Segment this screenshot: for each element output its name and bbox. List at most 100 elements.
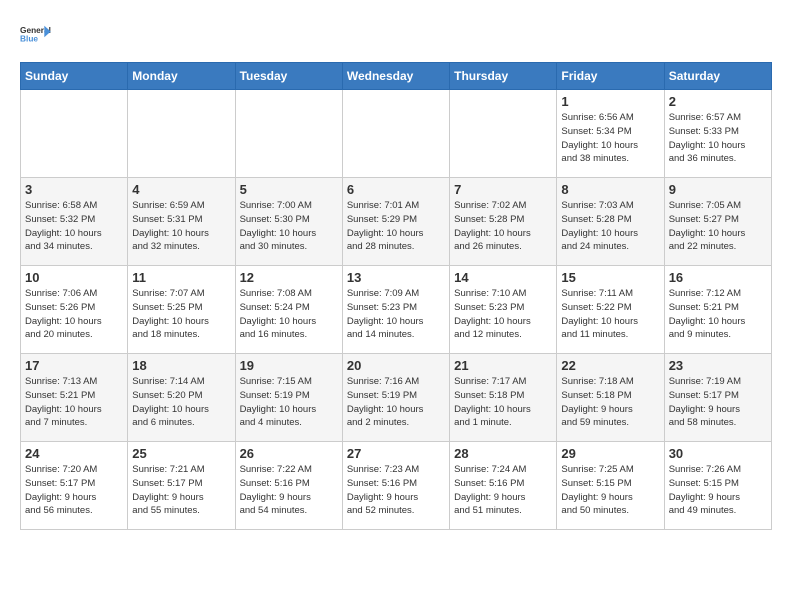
day-info: Sunrise: 7:20 AM Sunset: 5:17 PM Dayligh… bbox=[25, 463, 123, 518]
calendar-cell: 3 Sunrise: 6:58 AM Sunset: 5:32 PM Daylig… bbox=[21, 178, 128, 266]
weekday-header: Friday bbox=[557, 63, 664, 90]
day-number: 6 bbox=[347, 182, 445, 197]
calendar-cell: 23 Sunrise: 7:19 AM Sunset: 5:17 PM Dayli… bbox=[664, 354, 771, 442]
calendar-cell: 17 Sunrise: 7:13 AM Sunset: 5:21 PM Dayli… bbox=[21, 354, 128, 442]
day-info: Sunrise: 6:57 AM Sunset: 5:33 PM Dayligh… bbox=[669, 111, 767, 166]
day-info: Sunrise: 7:03 AM Sunset: 5:28 PM Dayligh… bbox=[561, 199, 659, 254]
calendar-cell: 25 Sunrise: 7:21 AM Sunset: 5:17 PM Dayli… bbox=[128, 442, 235, 530]
calendar-cell: 1Sunrise: 6:56 AM Sunset: 5:34 PM Daylig… bbox=[557, 90, 664, 178]
logo: GeneralBlue bbox=[20, 20, 56, 52]
calendar-cell: 9Sunrise: 7:05 AM Sunset: 5:27 PM Daylig… bbox=[664, 178, 771, 266]
calendar-cell: 13Sunrise: 7:09 AM Sunset: 5:23 PM Dayli… bbox=[342, 266, 449, 354]
day-number: 24 bbox=[25, 446, 123, 461]
day-info: Sunrise: 7:17 AM Sunset: 5:18 PM Dayligh… bbox=[454, 375, 552, 430]
calendar-cell: 28 Sunrise: 7:24 AM Sunset: 5:16 PM Dayli… bbox=[450, 442, 557, 530]
day-number: 26 bbox=[240, 446, 338, 461]
calendar-cell: 16 Sunrise: 7:12 AM Sunset: 5:21 PM Dayli… bbox=[664, 266, 771, 354]
day-number: 18 bbox=[132, 358, 230, 373]
day-info: Sunrise: 7:14 AM Sunset: 5:20 PM Dayligh… bbox=[132, 375, 230, 430]
day-info: Sunrise: 7:02 AM Sunset: 5:28 PM Dayligh… bbox=[454, 199, 552, 254]
calendar-cell: 27 Sunrise: 7:23 AM Sunset: 5:16 PM Dayli… bbox=[342, 442, 449, 530]
calendar-cell bbox=[21, 90, 128, 178]
day-info: Sunrise: 7:07 AM Sunset: 5:25 PM Dayligh… bbox=[132, 287, 230, 342]
day-number: 25 bbox=[132, 446, 230, 461]
day-number: 13 bbox=[347, 270, 445, 285]
day-info: Sunrise: 7:08 AM Sunset: 5:24 PM Dayligh… bbox=[240, 287, 338, 342]
calendar-cell: 30 Sunrise: 7:26 AM Sunset: 5:15 PM Dayli… bbox=[664, 442, 771, 530]
day-info: Sunrise: 7:13 AM Sunset: 5:21 PM Dayligh… bbox=[25, 375, 123, 430]
calendar-cell: 6 Sunrise: 7:01 AM Sunset: 5:29 PM Daylig… bbox=[342, 178, 449, 266]
calendar-cell: 15Sunrise: 7:11 AM Sunset: 5:22 PM Dayli… bbox=[557, 266, 664, 354]
calendar-cell: 10 Sunrise: 7:06 AM Sunset: 5:26 PM Dayli… bbox=[21, 266, 128, 354]
calendar-cell: 2 Sunrise: 6:57 AM Sunset: 5:33 PM Daylig… bbox=[664, 90, 771, 178]
logo-icon: GeneralBlue bbox=[20, 20, 52, 52]
weekday-header: Wednesday bbox=[342, 63, 449, 90]
calendar-cell: 24 Sunrise: 7:20 AM Sunset: 5:17 PM Dayli… bbox=[21, 442, 128, 530]
weekday-header: Saturday bbox=[664, 63, 771, 90]
day-number: 20 bbox=[347, 358, 445, 373]
calendar-week-row: 3 Sunrise: 6:58 AM Sunset: 5:32 PM Daylig… bbox=[21, 178, 772, 266]
day-info: Sunrise: 7:19 AM Sunset: 5:17 PM Dayligh… bbox=[669, 375, 767, 430]
calendar-cell: 7 Sunrise: 7:02 AM Sunset: 5:28 PM Daylig… bbox=[450, 178, 557, 266]
day-number: 21 bbox=[454, 358, 552, 373]
day-number: 16 bbox=[669, 270, 767, 285]
calendar-cell: 5 Sunrise: 7:00 AM Sunset: 5:30 PM Daylig… bbox=[235, 178, 342, 266]
day-number: 30 bbox=[669, 446, 767, 461]
day-info: Sunrise: 7:23 AM Sunset: 5:16 PM Dayligh… bbox=[347, 463, 445, 518]
calendar-cell bbox=[450, 90, 557, 178]
calendar-cell: 14Sunrise: 7:10 AM Sunset: 5:23 PM Dayli… bbox=[450, 266, 557, 354]
day-number: 23 bbox=[669, 358, 767, 373]
day-number: 5 bbox=[240, 182, 338, 197]
day-info: Sunrise: 6:58 AM Sunset: 5:32 PM Dayligh… bbox=[25, 199, 123, 254]
weekday-header: Sunday bbox=[21, 63, 128, 90]
day-number: 2 bbox=[669, 94, 767, 109]
calendar-cell: 19 Sunrise: 7:15 AM Sunset: 5:19 PM Dayli… bbox=[235, 354, 342, 442]
day-info: Sunrise: 7:05 AM Sunset: 5:27 PM Dayligh… bbox=[669, 199, 767, 254]
calendar-cell: 20 Sunrise: 7:16 AM Sunset: 5:19 PM Dayli… bbox=[342, 354, 449, 442]
day-info: Sunrise: 7:18 AM Sunset: 5:18 PM Dayligh… bbox=[561, 375, 659, 430]
calendar-week-row: 10 Sunrise: 7:06 AM Sunset: 5:26 PM Dayli… bbox=[21, 266, 772, 354]
day-number: 4 bbox=[132, 182, 230, 197]
calendar-cell: 22 Sunrise: 7:18 AM Sunset: 5:18 PM Dayli… bbox=[557, 354, 664, 442]
calendar-week-row: 1Sunrise: 6:56 AM Sunset: 5:34 PM Daylig… bbox=[21, 90, 772, 178]
calendar-table: SundayMondayTuesdayWednesdayThursdayFrid… bbox=[20, 62, 772, 530]
day-number: 28 bbox=[454, 446, 552, 461]
day-number: 19 bbox=[240, 358, 338, 373]
day-info: Sunrise: 7:01 AM Sunset: 5:29 PM Dayligh… bbox=[347, 199, 445, 254]
weekday-header: Thursday bbox=[450, 63, 557, 90]
page-header: GeneralBlue bbox=[20, 20, 772, 52]
weekday-header: Tuesday bbox=[235, 63, 342, 90]
calendar-cell: 11 Sunrise: 7:07 AM Sunset: 5:25 PM Dayli… bbox=[128, 266, 235, 354]
day-info: Sunrise: 7:12 AM Sunset: 5:21 PM Dayligh… bbox=[669, 287, 767, 342]
calendar-cell: 18 Sunrise: 7:14 AM Sunset: 5:20 PM Dayli… bbox=[128, 354, 235, 442]
day-number: 10 bbox=[25, 270, 123, 285]
day-info: Sunrise: 7:00 AM Sunset: 5:30 PM Dayligh… bbox=[240, 199, 338, 254]
day-number: 3 bbox=[25, 182, 123, 197]
calendar-cell: 21 Sunrise: 7:17 AM Sunset: 5:18 PM Dayli… bbox=[450, 354, 557, 442]
day-number: 12 bbox=[240, 270, 338, 285]
day-info: Sunrise: 6:56 AM Sunset: 5:34 PM Dayligh… bbox=[561, 111, 659, 166]
calendar-cell: 29Sunrise: 7:25 AM Sunset: 5:15 PM Dayli… bbox=[557, 442, 664, 530]
calendar-cell bbox=[342, 90, 449, 178]
day-info: Sunrise: 7:06 AM Sunset: 5:26 PM Dayligh… bbox=[25, 287, 123, 342]
calendar-cell bbox=[235, 90, 342, 178]
day-number: 14 bbox=[454, 270, 552, 285]
calendar-cell: 8Sunrise: 7:03 AM Sunset: 5:28 PM Daylig… bbox=[557, 178, 664, 266]
day-info: Sunrise: 7:11 AM Sunset: 5:22 PM Dayligh… bbox=[561, 287, 659, 342]
calendar-week-row: 24 Sunrise: 7:20 AM Sunset: 5:17 PM Dayli… bbox=[21, 442, 772, 530]
day-number: 29 bbox=[561, 446, 659, 461]
day-info: Sunrise: 7:24 AM Sunset: 5:16 PM Dayligh… bbox=[454, 463, 552, 518]
day-number: 17 bbox=[25, 358, 123, 373]
day-number: 7 bbox=[454, 182, 552, 197]
calendar-week-row: 17 Sunrise: 7:13 AM Sunset: 5:21 PM Dayli… bbox=[21, 354, 772, 442]
day-info: Sunrise: 7:16 AM Sunset: 5:19 PM Dayligh… bbox=[347, 375, 445, 430]
calendar-cell: 12 Sunrise: 7:08 AM Sunset: 5:24 PM Dayli… bbox=[235, 266, 342, 354]
day-info: Sunrise: 7:15 AM Sunset: 5:19 PM Dayligh… bbox=[240, 375, 338, 430]
calendar-cell: 4 Sunrise: 6:59 AM Sunset: 5:31 PM Daylig… bbox=[128, 178, 235, 266]
day-number: 27 bbox=[347, 446, 445, 461]
day-info: Sunrise: 6:59 AM Sunset: 5:31 PM Dayligh… bbox=[132, 199, 230, 254]
day-info: Sunrise: 7:21 AM Sunset: 5:17 PM Dayligh… bbox=[132, 463, 230, 518]
day-number: 22 bbox=[561, 358, 659, 373]
day-number: 11 bbox=[132, 270, 230, 285]
day-info: Sunrise: 7:26 AM Sunset: 5:15 PM Dayligh… bbox=[669, 463, 767, 518]
